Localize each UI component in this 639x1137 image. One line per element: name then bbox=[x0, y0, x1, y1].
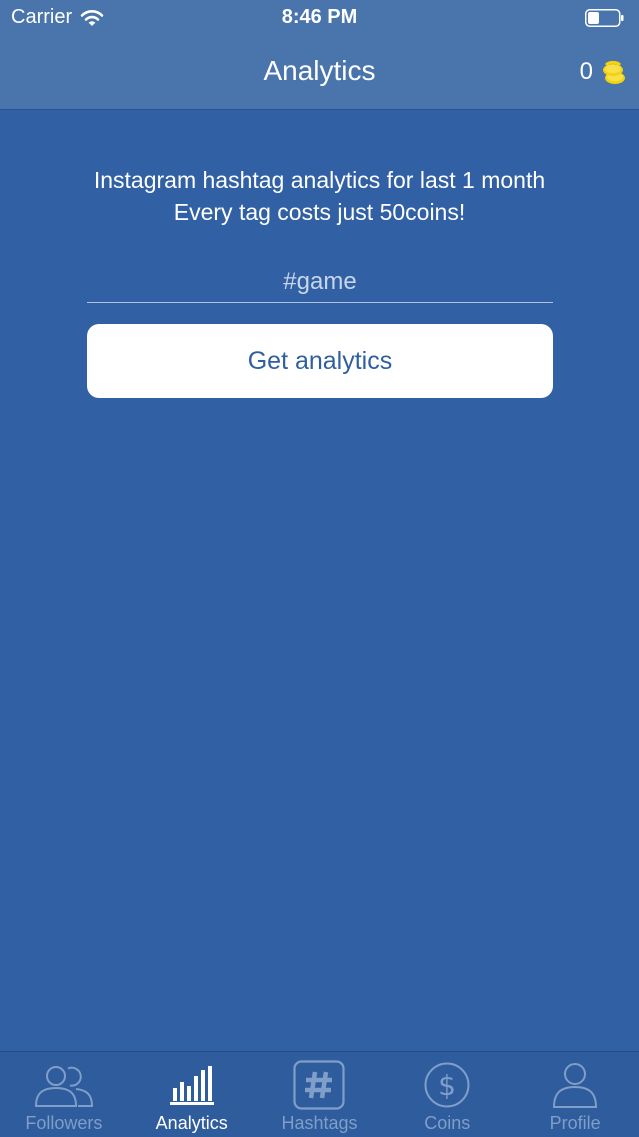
intro-text: Instagram hashtag analytics for last 1 m… bbox=[40, 164, 599, 228]
tab-coins-label: Coins bbox=[424, 1113, 471, 1133]
hashtag-input[interactable] bbox=[87, 262, 553, 303]
status-time: 8:46 PM bbox=[281, 6, 358, 28]
battery-icon bbox=[585, 9, 624, 27]
tab-analytics-label: Analytics bbox=[155, 1113, 228, 1133]
coin-count: 0 bbox=[579, 58, 593, 85]
intro-line-2: Every tag costs just 50coins! bbox=[173, 199, 466, 225]
get-analytics-button[interactable]: Get analytics bbox=[87, 324, 553, 398]
tab-followers-label: Followers bbox=[25, 1113, 103, 1133]
svg-text:$: $ bbox=[438, 1069, 456, 1102]
followers-icon bbox=[34, 1066, 93, 1107]
page-title: Analytics bbox=[263, 55, 376, 86]
tab-bar: Followers Analytics Hashtags $ Coins Pro… bbox=[0, 1051, 639, 1137]
profile-icon bbox=[553, 1063, 598, 1108]
hashtag-icon bbox=[293, 1060, 346, 1110]
tab-profile-label: Profile bbox=[549, 1113, 601, 1133]
top-bar: Carrier 8:46 PM Analytics 0 bbox=[0, 0, 639, 110]
dollar-coin-icon: $ bbox=[424, 1062, 470, 1108]
coin-balance[interactable]: 0 bbox=[580, 58, 627, 86]
intro-line-1: Instagram hashtag analytics for last 1 m… bbox=[93, 167, 546, 193]
tab-followers[interactable]: Followers bbox=[0, 1052, 128, 1137]
status-bar: Carrier 8:46 PM bbox=[0, 0, 639, 36]
coins-icon bbox=[603, 60, 625, 84]
tab-hashtags-label: Hashtags bbox=[281, 1113, 358, 1133]
analytics-icon bbox=[169, 1066, 214, 1105]
tab-profile[interactable]: Profile bbox=[511, 1052, 639, 1137]
tab-analytics[interactable]: Analytics bbox=[128, 1052, 256, 1137]
tab-hashtags[interactable]: Hashtags bbox=[256, 1052, 384, 1137]
tab-coins[interactable]: $ Coins bbox=[383, 1052, 511, 1137]
